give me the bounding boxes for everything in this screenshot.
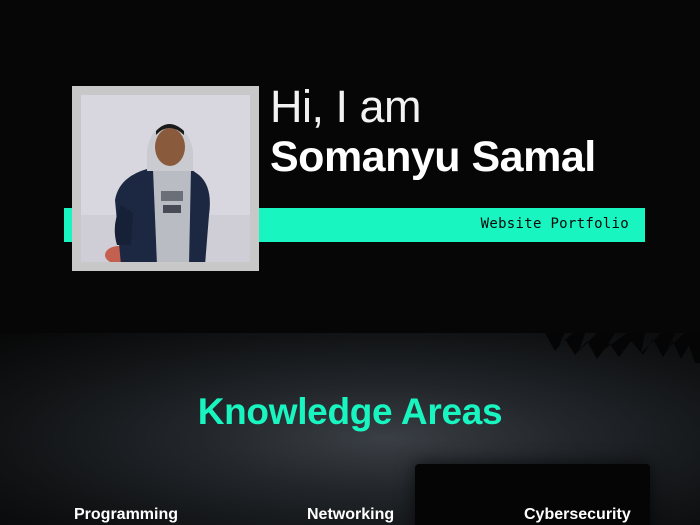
- hero-section: Website Portfolio Hi, I am Somanyu Samal: [0, 0, 700, 333]
- portfolio-page: Website Portfolio Hi, I am Somanyu Samal…: [0, 0, 700, 525]
- plant-silhouette: [545, 333, 700, 363]
- greeting-text: Hi, I am: [270, 81, 422, 132]
- knowledge-title: Knowledge Areas: [197, 391, 503, 432]
- owner-name: Somanyu Samal: [270, 133, 596, 181]
- person-illustration: [81, 95, 250, 262]
- knowledge-section: Knowledge Areas Programming Networking C…: [0, 333, 700, 525]
- area-programming: Programming: [74, 506, 179, 523]
- profile-photo: [81, 95, 250, 262]
- tagline-text: Website Portfolio: [480, 216, 629, 232]
- profile-photo-frame: [72, 86, 259, 271]
- area-networking: Networking: [307, 506, 395, 523]
- area-cybersecurity: Cybersecurity: [524, 506, 631, 523]
